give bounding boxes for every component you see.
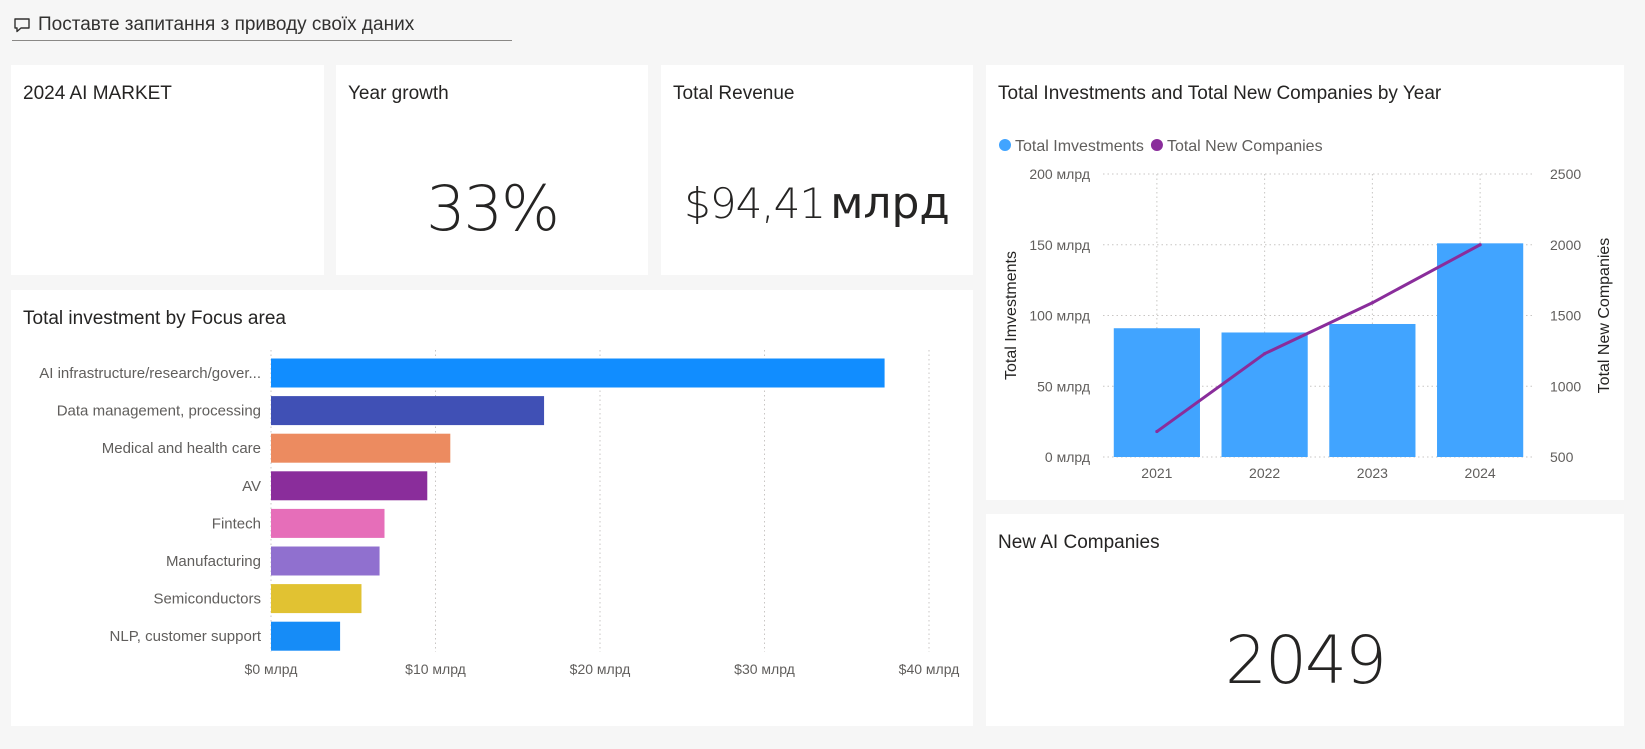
card-new-ai-companies[interactable]: New AI Companies 2049 — [986, 514, 1624, 726]
focus-category-label: Manufacturing — [166, 553, 261, 570]
focus-bar — [271, 508, 385, 538]
focus-category-label: AV — [242, 478, 261, 495]
chat-bubble-icon — [14, 18, 30, 33]
combo-x-tick-label: 2021 — [1141, 465, 1172, 481]
focus-category-label: Fintech — [212, 515, 261, 532]
legend-new-companies-marker — [1150, 139, 1163, 151]
focus-x-tick-label: $40 млрд — [899, 661, 960, 677]
legend-investments-marker — [999, 139, 1011, 151]
new-companies-point — [1370, 301, 1374, 305]
new-companies-point — [1478, 243, 1482, 247]
focus-category-label: Semiconductors — [153, 591, 261, 608]
focus-category-label: AI infrastructure/research/gover... — [39, 365, 261, 382]
card-title-year-growth: Year growth — [348, 83, 449, 104]
focus-x-tick-label: $0 млрд — [245, 661, 298, 677]
card-total-revenue[interactable]: Total Revenue $94,41 млрд — [661, 65, 973, 275]
focus-bar — [271, 471, 428, 501]
total-revenue-value: $94,41 млрд — [661, 178, 973, 229]
combo-right-tick-label: 1500 — [1550, 308, 1581, 324]
combo-right-tick-label: 2000 — [1550, 237, 1581, 253]
investments-bar — [1329, 323, 1416, 457]
card-title-total-revenue: Total Revenue — [673, 83, 795, 104]
card-investments-by-year-chart[interactable]: Total Investments and Total New Companie… — [986, 65, 1624, 500]
focus-bar — [271, 584, 362, 614]
combo-right-axis-title: Total New Companies — [1596, 238, 1613, 394]
card-title-ai-market: 2024 AI MARKET — [23, 83, 172, 104]
legend-new-companies-label: Total New Companies — [1167, 138, 1323, 155]
year-growth-value: 33% — [426, 172, 560, 245]
focus-bar — [271, 546, 380, 576]
qa-search-bar[interactable]: Поставте запитання з приводу своїх даних — [12, 10, 512, 41]
qa-prompt: Поставте запитання з приводу своїх даних — [38, 14, 415, 35]
focus-category-label: Medical and health care — [102, 440, 261, 457]
focus-bar — [271, 433, 451, 463]
focus-bar — [271, 358, 885, 388]
focus-area-bar-chart: $0 млрд $10 млрд $20 млрд $30 млрд $40 млрд A… — [39, 350, 960, 677]
new-ai-companies-value: 2049 — [1225, 622, 1387, 699]
combo-left-tick-label: 150 млрд — [1029, 237, 1090, 253]
card-year-growth[interactable]: Year growth 33% — [336, 65, 648, 275]
combo-left-tick-label: 200 млрд — [1029, 166, 1090, 182]
investments-bar — [1221, 332, 1308, 457]
focus-x-tick-label: $30 млрд — [734, 661, 795, 677]
investments-bar — [1113, 328, 1200, 457]
combo-left-axis-title: Total Imvestments — [1003, 251, 1020, 380]
combo-right-tick-label: 500 — [1550, 449, 1574, 465]
new-companies-line — [1155, 243, 1481, 433]
combo-x-tick-label: 2024 — [1465, 465, 1496, 481]
combo-left-tick-label: 0 млрд — [1045, 449, 1090, 465]
investments-bar — [1437, 243, 1524, 457]
focus-x-tick-label: $20 млрд — [570, 661, 631, 677]
combo-left-tick-label: 100 млрд — [1029, 308, 1090, 324]
card-focus-area-chart[interactable]: Total investment by Focus area $0 млрд $1… — [11, 290, 973, 726]
focus-category-label: Data management, processing — [57, 403, 261, 420]
focus-category-label: NLP, customer support — [110, 628, 262, 645]
combo-x-tick-label: 2022 — [1249, 465, 1280, 481]
investments-companies-combo-chart: Total Imvestments Total New Companies 0 мл… — [999, 138, 1613, 481]
total-revenue-unit: млрд — [830, 178, 950, 229]
focus-bar — [271, 621, 341, 651]
total-revenue-number: $94,41 — [684, 179, 826, 228]
focus-x-tick-label: $10 млрд — [405, 661, 466, 677]
new-companies-point — [1155, 429, 1159, 434]
card-ai-market[interactable]: 2024 AI MARKET — [11, 65, 324, 275]
combo-left-tick-label: 50 млрд — [1037, 378, 1090, 394]
focus-bar — [271, 396, 545, 426]
new-companies-point — [1263, 352, 1267, 356]
card-title-new-ai-companies: New AI Companies — [998, 532, 1160, 553]
combo-x-tick-label: 2023 — [1357, 465, 1388, 481]
legend-investments-label: Total Imvestments — [1015, 138, 1144, 155]
combo-right-tick-label: 2500 — [1550, 166, 1581, 182]
combo-right-tick-label: 1000 — [1550, 378, 1581, 394]
